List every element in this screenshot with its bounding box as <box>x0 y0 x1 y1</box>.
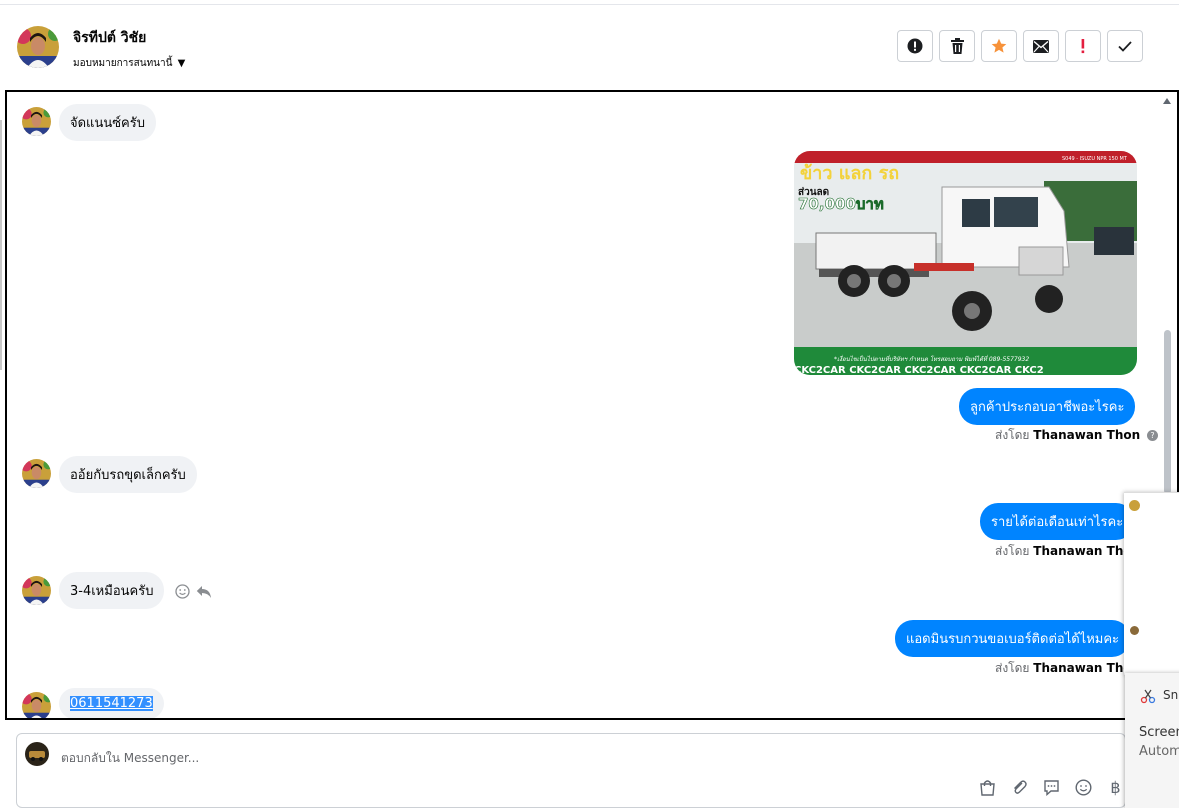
star-icon <box>991 38 1007 53</box>
caret-down-icon: ▼ <box>177 58 186 69</box>
composer-tools: ฿ <box>977 777 1126 798</box>
incoming-message[interactable]: 3-4เหมือนครับ <box>59 572 165 609</box>
contact-avatar-small <box>22 459 51 488</box>
reply-input[interactable]: ตอบกลับใน Messenger... <box>61 749 199 768</box>
emoji-icon[interactable] <box>175 584 190 599</box>
sent-by-label: ส่งโดย Thanawan Thon <box>995 542 1140 561</box>
contact-name[interactable]: จิรทีปต์ วิชัย <box>73 27 146 49</box>
baht-icon[interactable]: ฿ <box>1105 777 1126 798</box>
ad-headline: ข้าว แลก รถ <box>800 163 899 184</box>
chat-icon[interactable] <box>1041 777 1062 798</box>
paperclip-icon[interactable] <box>1009 777 1030 798</box>
left-panel-edge <box>0 120 2 370</box>
message-thread[interactable]: จัดแนนซ์ครับ ข้าว แลก รถ ส่วนลด 70,000บา… <box>5 90 1179 720</box>
sent-by-prefix: ส่งโดย <box>995 661 1030 675</box>
outgoing-message[interactable]: แอดมินรบกวนขอเบอร์ติดต่อได้ไหมคะ <box>895 620 1131 657</box>
scrollbar-thumb[interactable] <box>1164 330 1171 494</box>
preview-avatar <box>1130 626 1139 635</box>
outgoing-message[interactable]: รายได้ต่อเดือนเท่าไรคะ <box>980 503 1135 540</box>
ad-model: S049 - ISUZU NPR 150 MT <box>1062 156 1128 162</box>
mark-important-button[interactable] <box>1065 30 1101 62</box>
contact-avatar[interactable] <box>17 26 59 68</box>
emoji-icon[interactable] <box>1073 777 1094 798</box>
incoming-message[interactable]: จัดแนนซ์ครับ <box>59 104 156 141</box>
trash-icon <box>950 38 964 54</box>
snip-app-label: Sni <box>1163 688 1179 702</box>
conversation-actions <box>897 30 1143 62</box>
sent-by-label: ส่งโดย Thanawan Thon <box>995 659 1140 678</box>
sent-by-label: ส่งโดย Thanawan Thon ? <box>995 426 1158 445</box>
reply-icon[interactable] <box>196 585 212 599</box>
outgoing-message[interactable]: ลูกค้าประกอบอาชีพอะไรคะ <box>959 388 1136 425</box>
check-icon <box>1118 40 1132 52</box>
star-button[interactable] <box>981 30 1017 62</box>
message-actions <box>175 584 212 599</box>
assign-conversation-dropdown[interactable]: มอบหมายการสนทนานี้ ▼ <box>73 56 185 71</box>
mark-unread-button[interactable] <box>1023 30 1059 62</box>
floating-chat-preview[interactable] <box>1124 492 1179 675</box>
delete-button[interactable] <box>939 30 975 62</box>
sent-by-prefix: ส่งโดย <box>995 544 1030 558</box>
snipping-tool-notification[interactable]: Sni Screen Autom <box>1125 673 1179 808</box>
assign-label: มอบหมายการสนทนานี้ <box>73 58 173 69</box>
incoming-message[interactable]: ออ้ยกับรถขุดเล็กครับ <box>59 456 197 493</box>
page-avatar <box>25 742 49 766</box>
notification-title: Screen <box>1139 725 1179 740</box>
sent-by-prefix: ส่งโดย <box>995 428 1030 442</box>
scissors-icon <box>1140 689 1156 704</box>
contact-avatar-small <box>22 107 51 136</box>
scroll-up-arrow[interactable] <box>1163 98 1171 104</box>
contact-avatar-small <box>22 576 51 605</box>
exclamation-icon <box>1081 39 1085 54</box>
incoming-message[interactable]: 0611541273 <box>59 688 164 718</box>
preview-avatar <box>1129 500 1140 511</box>
reply-composer[interactable]: ตอบกลับใน Messenger... ฿ <box>16 733 1126 808</box>
report-icon <box>907 38 923 54</box>
report-button[interactable] <box>897 30 933 62</box>
contact-avatar-small <box>22 692 51 718</box>
conversation-header: จิรทีปต์ วิชัย มอบหมายการสนทนานี้ ▼ <box>0 5 1179 90</box>
mark-done-button[interactable] <box>1107 30 1143 62</box>
ad-discount-value: 70,000บาท <box>798 195 884 213</box>
bag-icon[interactable] <box>977 777 998 798</box>
sent-by-name: Thanawan Thon <box>1033 428 1141 442</box>
notification-body: Autom <box>1139 744 1179 759</box>
ad-banner: CKC2CAR CKC2CAR CKC2CAR CKC2CAR CKC2 <box>794 365 1044 375</box>
ad-footer: *เงื่อนไขเป็นไปตามที่บริษัทฯ กำหนด โทรสอ… <box>834 354 1029 363</box>
help-icon[interactable]: ? <box>1147 430 1158 441</box>
vehicle-ad-image[interactable]: ข้าว แลก รถ ส่วนลด 70,000บาท S049 - ISUZ… <box>794 151 1137 375</box>
envelope-icon <box>1033 39 1049 53</box>
selected-phone-number[interactable]: 0611541273 <box>70 696 153 711</box>
